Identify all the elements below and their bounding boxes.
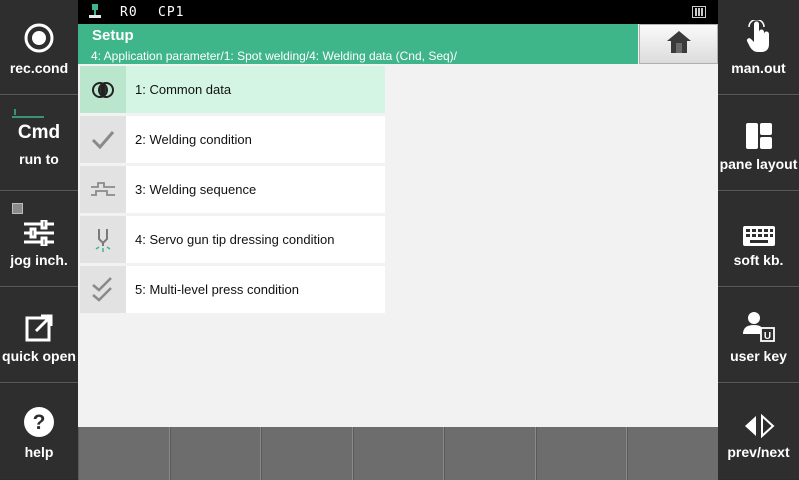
record-icon [23, 10, 55, 54]
menu-item-label: 3: Welding sequence [135, 182, 257, 197]
soft-kb-label: soft kb. [733, 252, 784, 268]
prev-next-button[interactable]: prev/next [718, 384, 799, 479]
robot-status-icon [88, 4, 102, 24]
robot-number: R0 [120, 5, 138, 20]
checkmark-icon [80, 116, 126, 163]
menu-item-welding-sequence[interactable]: 3: Welding sequence [80, 166, 385, 213]
program-name: CP1 [158, 5, 185, 20]
cmd-text: Cmd [17, 122, 61, 143]
soft-kb-button[interactable]: soft kb. [718, 192, 799, 287]
breadcrumb: 4: Application parameter/1: Spot welding… [91, 49, 457, 63]
man-out-label: man.out [731, 60, 786, 76]
main-area: R0 CP1 Setup 4: Application parameter/1:… [78, 0, 718, 480]
menu-item-common-data[interactable]: 1: Common data [80, 66, 385, 113]
page-header: Setup 4: Application parameter/1: Spot w… [78, 24, 638, 64]
status-bar: R0 CP1 [78, 0, 718, 24]
pane-layout-icon [745, 106, 773, 150]
function-key-1[interactable] [78, 427, 170, 480]
run-to-label: run to [19, 151, 59, 167]
svg-text:U: U [763, 331, 770, 342]
pane-layout-label: pane layout [719, 156, 798, 172]
jog-inch-button[interactable]: jog inch. [0, 192, 78, 287]
hand-pointer-icon [746, 10, 772, 54]
pane-layout-button[interactable]: pane layout [718, 96, 799, 191]
double-check-icon [80, 266, 126, 313]
svg-text:?: ? [33, 411, 46, 434]
quick-open-label: quick open [2, 348, 76, 364]
rec-cond-button[interactable]: rec.cond [0, 0, 78, 95]
gun-tip-icon [80, 216, 126, 263]
run-to-button[interactable]: Cmd run to [0, 96, 78, 191]
help-label: help [24, 444, 54, 460]
checkbox-indicator-icon [12, 201, 23, 219]
function-key-bar [78, 427, 718, 480]
menu-item-welding-condition[interactable]: 2: Welding condition [80, 116, 385, 163]
quick-open-button[interactable]: quick open [0, 288, 78, 383]
home-icon [666, 30, 692, 59]
menu-item-label: 2: Welding condition [135, 132, 252, 147]
right-panel: man.out pane layout soft kb. U user key … [718, 0, 799, 480]
function-key-4[interactable] [352, 427, 445, 480]
prev-next-icon [743, 394, 775, 438]
sequence-pulse-icon [80, 166, 126, 213]
user-key-button[interactable]: U user key [718, 288, 799, 383]
battery-icon [692, 6, 706, 22]
menu-item-multi-level-press[interactable]: 5: Multi-level press condition [80, 266, 385, 313]
menu-item-label: 5: Multi-level press condition [135, 282, 300, 297]
setup-menu: 1: Common data 2: Welding condition 3: W… [80, 66, 385, 316]
function-key-2[interactable] [169, 427, 262, 480]
external-link-icon [25, 298, 53, 342]
keyboard-icon [742, 202, 775, 246]
function-key-3[interactable] [261, 427, 353, 480]
rec-cond-label: rec.cond [9, 60, 69, 76]
function-key-6[interactable] [535, 427, 628, 480]
jog-inch-label: jog inch. [10, 252, 68, 268]
question-icon: ? [23, 394, 55, 438]
man-out-button[interactable]: man.out [718, 0, 799, 95]
user-key-label: user key [730, 348, 787, 364]
menu-item-label: 1: Common data [135, 82, 232, 97]
menu-item-servo-gun-tip-dressing[interactable]: 4: Servo gun tip dressing condition [80, 216, 385, 263]
cmd-mark-icon [12, 106, 44, 124]
prev-next-label: prev/next [727, 444, 790, 460]
help-button[interactable]: ? help [0, 384, 78, 479]
function-key-5[interactable] [444, 427, 536, 480]
page-title: Setup [92, 27, 134, 44]
home-button[interactable] [639, 24, 718, 64]
left-panel: rec.cond Cmd run to jog inch. quick open… [0, 0, 78, 480]
menu-item-label: 4: Servo gun tip dressing condition [135, 232, 335, 247]
function-key-7[interactable] [627, 427, 718, 480]
user-key-icon: U [742, 298, 775, 342]
overlap-circles-icon [80, 66, 126, 113]
sliders-icon [24, 202, 54, 246]
